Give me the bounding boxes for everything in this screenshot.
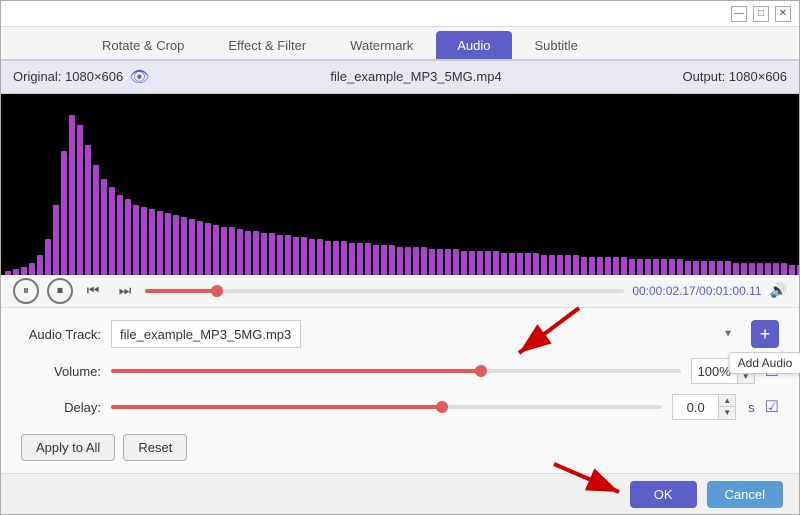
tab-rotate[interactable]: Rotate & Crop	[81, 31, 205, 59]
reset-button[interactable]: Reset	[123, 434, 187, 461]
delay-input-group: ▲ ▼	[672, 394, 736, 420]
tab-bar: Rotate & Crop Effect & Filter Watermark …	[1, 27, 799, 61]
add-audio-button[interactable]: + Add Audio	[751, 320, 779, 348]
delay-spin-buttons: ▲ ▼	[718, 395, 735, 419]
volume-slider-container	[111, 369, 681, 373]
cancel-button[interactable]: Cancel	[707, 481, 783, 508]
volume-icon[interactable]: 🔊	[770, 282, 787, 299]
delay-down-button[interactable]: ▼	[719, 407, 735, 419]
volume-slider-thumb	[475, 365, 487, 377]
close-button[interactable]: ✕	[775, 6, 791, 22]
controls-bar: ⏸ ⏹ ⏮ ⏭ 00:00:02.17/00:01:00.11 🔊	[1, 275, 799, 308]
ok-button[interactable]: OK	[630, 481, 697, 508]
action-buttons: Apply to All Reset	[21, 434, 779, 461]
tab-subtitle[interactable]: Subtitle	[514, 31, 599, 59]
plus-icon: +	[760, 324, 771, 345]
settings-panel: Audio Track: file_example_MP3_5MG.mp3 ▼ …	[1, 308, 799, 473]
tab-watermark[interactable]: Watermark	[329, 31, 434, 59]
progress-bar[interactable]	[145, 289, 624, 293]
tab-effect[interactable]: Effect & Filter	[207, 31, 327, 59]
progress-fill	[145, 289, 217, 293]
add-audio-tooltip: Add Audio	[729, 352, 800, 374]
maximize-button[interactable]: □	[753, 6, 769, 22]
tab-audio[interactable]: Audio	[436, 31, 511, 59]
original-label: Original: 1080×606	[13, 69, 123, 84]
progress-thumb	[211, 285, 223, 297]
audio-track-select[interactable]: file_example_MP3_5MG.mp3	[111, 320, 301, 348]
filename-label: file_example_MP3_5MG.mp4	[330, 69, 501, 84]
volume-slider-fill	[111, 369, 481, 373]
footer: OK Cancel	[1, 473, 799, 514]
audio-track-row: Audio Track: file_example_MP3_5MG.mp3 ▼ …	[21, 320, 779, 348]
delay-unit: s	[748, 400, 755, 415]
audio-track-dropdown-wrapper: file_example_MP3_5MG.mp3 ▼	[111, 320, 741, 348]
delay-row: Delay: ▲ ▼ s ☑	[21, 394, 779, 420]
output-label: Output: 1080×606	[683, 69, 787, 84]
preview-header: Original: 1080×606 👁 file_example_MP3_5M…	[1, 61, 799, 94]
audio-track-label: Audio Track:	[21, 327, 101, 342]
title-bar: — □ ✕	[1, 1, 799, 27]
video-preview	[1, 94, 799, 275]
pause-button[interactable]: ⏸	[13, 278, 39, 304]
delay-check-icon[interactable]: ☑	[765, 397, 779, 417]
stop-button[interactable]: ⏹	[47, 278, 73, 304]
eye-icon[interactable]: 👁	[129, 67, 149, 87]
volume-row: Volume: ▲ ▼ ☑	[21, 358, 779, 384]
delay-slider-fill	[111, 405, 442, 409]
delay-label: Delay:	[21, 400, 101, 415]
delay-up-button[interactable]: ▲	[719, 395, 735, 407]
delay-slider-container	[111, 405, 662, 409]
volume-slider-track[interactable]	[111, 369, 681, 373]
window-controls: — □ ✕	[731, 6, 791, 22]
delay-input[interactable]	[673, 400, 718, 415]
waveform	[1, 94, 799, 275]
minimize-button[interactable]: —	[731, 6, 747, 22]
prev-button[interactable]: ⏮	[81, 279, 105, 303]
next-button[interactable]: ⏭	[113, 279, 137, 303]
delay-slider-track[interactable]	[111, 405, 662, 409]
volume-label: Volume:	[21, 364, 101, 379]
main-window: — □ ✕ Rotate & Crop Effect & Filter Wate…	[0, 0, 800, 515]
dropdown-arrow-icon: ▼	[723, 329, 733, 340]
apply-all-button[interactable]: Apply to All	[21, 434, 115, 461]
delay-slider-thumb	[436, 401, 448, 413]
time-display: 00:00:02.17/00:01:00.11	[632, 284, 761, 298]
original-info: Original: 1080×606 👁	[13, 67, 150, 87]
